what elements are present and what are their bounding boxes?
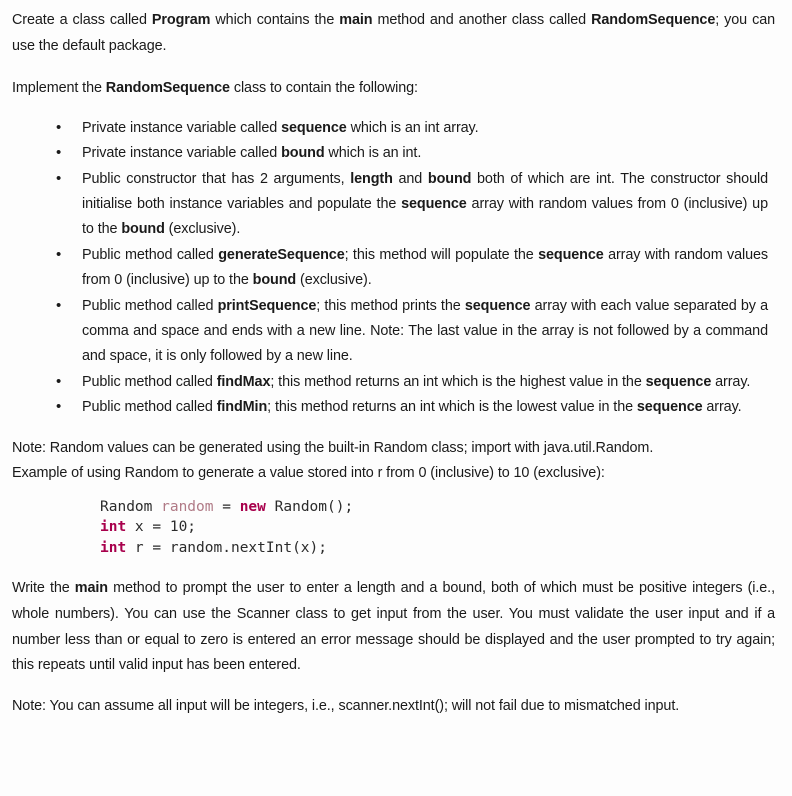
code-block: Random random = new Random(); int x = 10…: [12, 497, 775, 559]
list-item: Public method called generateSequence; t…: [12, 242, 775, 294]
code-token: random: [161, 498, 214, 515]
list-item: Public method called findMin; this metho…: [12, 394, 775, 420]
code-token: =: [213, 498, 240, 515]
note-random-line2: Example of using Random to generate a va…: [12, 465, 605, 482]
intro-paragraph: Create a class called Program which cont…: [12, 12, 775, 54]
code-token: x = 10;: [126, 519, 197, 536]
code-token: new: [239, 498, 266, 515]
main-method-paragraph: Write the main method to prompt the user…: [12, 580, 775, 674]
list-item: Private instance variable called bound w…: [12, 140, 775, 166]
code-token: Random: [100, 498, 162, 515]
code-token: r = random.nextInt(x);: [126, 539, 327, 556]
note-input-paragraph: Note: You can assume all input will be i…: [12, 697, 680, 714]
requirements-list: Private instance variable called sequenc…: [12, 115, 775, 421]
implement-paragraph: Implement the RandomSequence class to co…: [12, 80, 418, 97]
list-item: Public constructor that has 2 arguments,…: [12, 166, 775, 243]
document-body: Create a class called Program which cont…: [0, 0, 792, 719]
code-token: int: [100, 539, 127, 556]
code-token: int: [100, 519, 127, 536]
list-item: Public method called printSequence; this…: [12, 293, 775, 370]
note-random-line1: Note: Random values can be generated usi…: [12, 439, 654, 456]
list-item: Public method called findMax; this metho…: [12, 369, 775, 395]
code-token: Random();: [265, 498, 354, 515]
list-item: Private instance variable called sequenc…: [12, 115, 775, 141]
document-page: Create a class called Program which cont…: [0, 0, 792, 796]
